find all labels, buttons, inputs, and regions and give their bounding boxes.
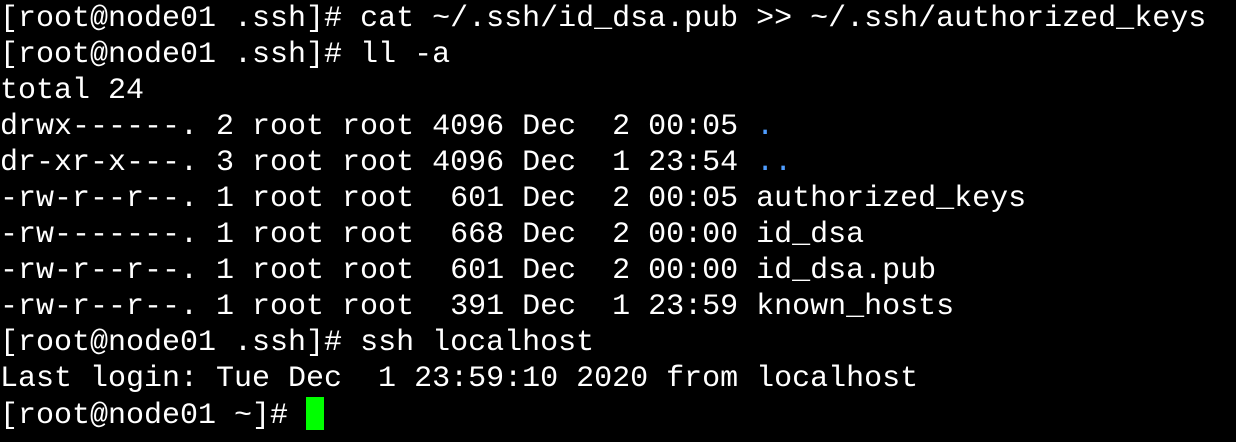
directory-name: .. bbox=[756, 146, 793, 180]
file-meta: -rw-r--r--. 1 root root 391 Dec 1 23:59 bbox=[0, 290, 757, 324]
shell-prompt: [root@node01 ~]# bbox=[0, 399, 307, 433]
listing-row: -rw-------. 1 root root 668 Dec 2 00:00 … bbox=[0, 217, 1236, 253]
command-text: cat ~/.ssh/id_dsa.pub >> ~/.ssh/authoriz… bbox=[360, 2, 1207, 36]
file-name: id_dsa.pub bbox=[756, 254, 937, 288]
file-meta: -rw-r--r--. 1 root root 601 Dec 2 00:00 bbox=[0, 254, 757, 288]
listing-row: -rw-r--r--. 1 root root 601 Dec 2 00:00 … bbox=[0, 253, 1236, 289]
listing-row: -rw-r--r--. 1 root root 601 Dec 2 00:05 … bbox=[0, 181, 1236, 217]
command-text: ssh localhost bbox=[360, 326, 595, 360]
command-line: [root@node01 .ssh]# cat ~/.ssh/id_dsa.pu… bbox=[0, 1, 1236, 37]
file-meta: dr-xr-x---. 3 root root 4096 Dec 1 23:54 bbox=[0, 146, 757, 180]
command-text: ll -a bbox=[360, 38, 451, 72]
terminal-window[interactable]: [root@node01 .ssh]# cat ~/.ssh/id_dsa.pu… bbox=[0, 0, 1236, 442]
command-line: [root@node01 .ssh]# ll -a bbox=[0, 37, 1236, 73]
file-meta: -rw-------. 1 root root 668 Dec 2 00:00 bbox=[0, 218, 757, 252]
file-meta: -rw-r--r--. 1 root root 601 Dec 2 00:05 bbox=[0, 182, 757, 216]
last-login-message: Last login: Tue Dec 1 23:59:10 2020 from… bbox=[0, 362, 919, 396]
file-name: authorized_keys bbox=[756, 182, 1027, 216]
text-cursor[interactable] bbox=[306, 397, 325, 430]
shell-prompt: [root@node01 .ssh]# bbox=[0, 2, 361, 36]
listing-row: -rw-r--r--. 1 root root 391 Dec 1 23:59 … bbox=[0, 289, 1236, 325]
file-meta: drwx------. 2 root root 4096 Dec 2 00:05 bbox=[0, 110, 757, 144]
shell-prompt: [root@node01 .ssh]# bbox=[0, 326, 361, 360]
directory-name: . bbox=[756, 110, 775, 144]
file-name: known_hosts bbox=[756, 290, 955, 324]
command-line: [root@node01 .ssh]# ssh localhost bbox=[0, 325, 1236, 361]
listing-row: drwx------. 2 root root 4096 Dec 2 00:05… bbox=[0, 109, 1236, 145]
file-name: id_dsa bbox=[756, 218, 865, 252]
listing-row: dr-xr-x---. 3 root root 4096 Dec 1 23:54… bbox=[0, 145, 1236, 181]
active-prompt-line[interactable]: [root@node01 ~]# bbox=[0, 397, 1236, 433]
shell-prompt: [root@node01 .ssh]# bbox=[0, 38, 361, 72]
listing-total: total 24 bbox=[0, 74, 145, 108]
